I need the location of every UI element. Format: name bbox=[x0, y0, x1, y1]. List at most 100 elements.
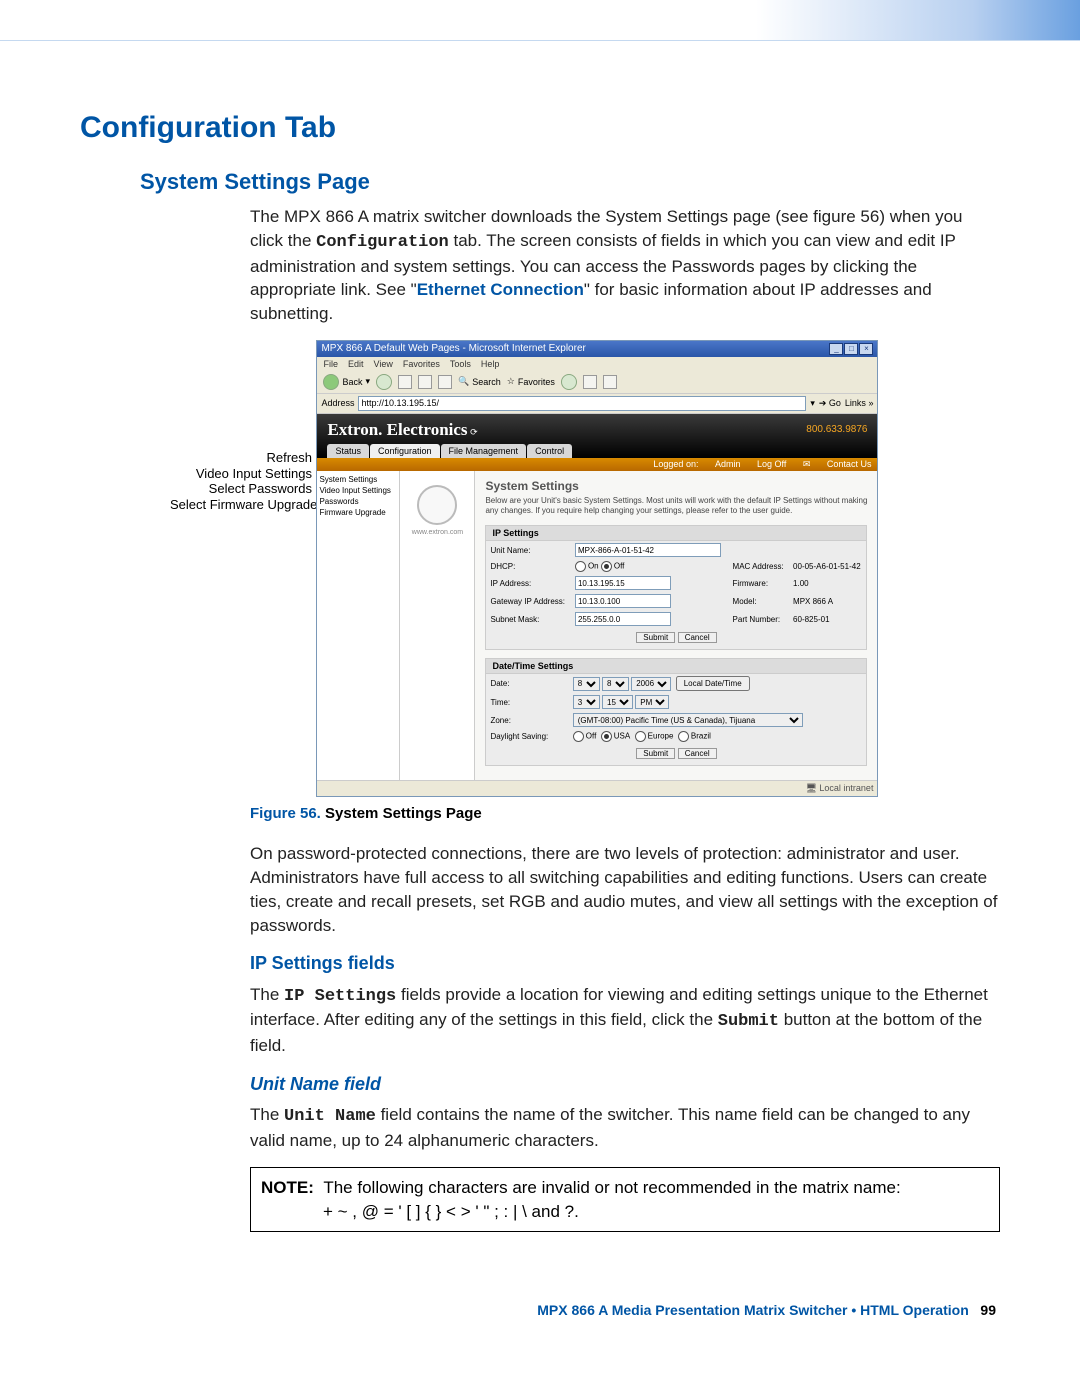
tab-file-management[interactable]: File Management bbox=[441, 444, 527, 458]
menu-favorites[interactable]: Favorites bbox=[403, 359, 440, 369]
contact-us-link[interactable]: ✉ Contact Us bbox=[803, 459, 872, 469]
date-label: Date: bbox=[486, 674, 568, 693]
datetime-title: Date/Time Settings bbox=[486, 659, 866, 674]
callout-refresh: Refresh bbox=[170, 450, 312, 466]
local-datetime-button[interactable]: Local Date/Time bbox=[676, 676, 750, 691]
minimize-icon: _ bbox=[829, 343, 843, 355]
menu-edit[interactable]: Edit bbox=[348, 359, 364, 369]
ds-europe-radio bbox=[635, 731, 646, 742]
note-line1: The following characters are invalid or … bbox=[323, 1178, 900, 1197]
model-value: MPX 866 A bbox=[789, 592, 866, 610]
address-bar: Address ▾ ➔ Go Links » bbox=[317, 394, 877, 414]
browser-titlebar: MPX 866 A Default Web Pages - Microsoft … bbox=[317, 341, 877, 357]
daylight-saving-options[interactable]: Off USA Europe Brazil bbox=[569, 729, 867, 744]
time-min-select[interactable]: 15 bbox=[602, 695, 633, 709]
ip-settings-panel: IP Settings Unit Name: DHCP: On Off MAC … bbox=[485, 525, 867, 650]
sidebar-item-system-settings[interactable]: System Settings bbox=[319, 475, 397, 484]
links-button[interactable]: Links » bbox=[845, 398, 874, 408]
window-buttons[interactable]: _□× bbox=[828, 343, 873, 355]
tab-row: StatusConfigurationFile ManagementContro… bbox=[327, 444, 867, 458]
system-settings-title: System Settings bbox=[485, 479, 867, 493]
callout-select-passwords: Select Passwords bbox=[170, 481, 312, 497]
ip-address-input[interactable] bbox=[575, 576, 671, 590]
footer-page-number: 99 bbox=[980, 1302, 996, 1318]
time-ampm-select[interactable]: PM bbox=[635, 695, 669, 709]
ip-cancel-button[interactable]: Cancel bbox=[678, 632, 717, 643]
gateway-input[interactable] bbox=[575, 594, 671, 608]
ethernet-connection-link[interactable]: Ethernet Connection bbox=[417, 280, 584, 299]
sidebar: System Settings Video Input Settings Pas… bbox=[317, 471, 400, 780]
tab-configuration[interactable]: Configuration bbox=[370, 444, 440, 458]
stop-button[interactable] bbox=[398, 375, 412, 389]
heading-system-settings-page: System Settings Page bbox=[140, 169, 1000, 195]
note-line2: + ~ , @ = ' [ ] { } < > ' " ; : | \ and … bbox=[323, 1200, 989, 1224]
dhcp-value[interactable]: On Off bbox=[571, 559, 729, 574]
back-button[interactable]: Back ▾ bbox=[323, 374, 370, 390]
mail-button[interactable] bbox=[583, 375, 597, 389]
zone-select[interactable]: (GMT-08:00) Pacific Time (US & Canada), … bbox=[573, 713, 803, 727]
part-number-value: 60-825-01 bbox=[789, 610, 866, 628]
dt-submit-button[interactable]: Submit bbox=[636, 748, 675, 759]
dt-cancel-button[interactable]: Cancel bbox=[678, 748, 717, 759]
extron-brand: Extron. Electronics bbox=[327, 420, 467, 439]
tab-control[interactable]: Control bbox=[527, 444, 572, 458]
history-button[interactable] bbox=[561, 374, 577, 390]
status-zone-icon: 🖥 bbox=[805, 783, 816, 793]
extron-logo-icon: ⟳ bbox=[470, 427, 478, 437]
daylight-saving-label: Daylight Saving: bbox=[486, 729, 568, 744]
note-label: NOTE: bbox=[261, 1178, 314, 1197]
sidebar-item-video-input-settings[interactable]: Video Input Settings bbox=[319, 486, 397, 495]
sidebar-item-firmware-upgrade[interactable]: Firmware Upgrade bbox=[319, 508, 397, 517]
ip-address-label: IP Address: bbox=[486, 574, 570, 592]
print-button[interactable] bbox=[603, 375, 617, 389]
menu-file[interactable]: File bbox=[323, 359, 338, 369]
ip-submit-button[interactable]: Submit bbox=[636, 632, 675, 643]
heading-unit-name-field: Unit Name field bbox=[250, 1072, 1000, 1097]
time-hour-select[interactable]: 3 bbox=[573, 695, 600, 709]
extron-logo-icon bbox=[417, 485, 457, 525]
ds-off-radio bbox=[573, 731, 584, 742]
zone-label: Zone: bbox=[486, 711, 568, 729]
sidebar-item-passwords[interactable]: Passwords bbox=[319, 497, 397, 506]
unit-name-input[interactable] bbox=[575, 543, 721, 557]
dhcp-on-radio bbox=[575, 561, 586, 572]
time-label: Time: bbox=[486, 693, 568, 711]
back-icon bbox=[323, 374, 339, 390]
subnet-input[interactable] bbox=[575, 612, 671, 626]
date-month-select[interactable]: 8 bbox=[573, 677, 600, 691]
address-input[interactable] bbox=[358, 396, 806, 411]
go-button[interactable]: ➔ Go bbox=[819, 398, 841, 409]
browser-statusbar: 🖥 Local intranet bbox=[317, 780, 877, 796]
menu-help[interactable]: Help bbox=[481, 359, 500, 369]
forward-button[interactable] bbox=[376, 374, 392, 390]
unit-name-label: Unit Name: bbox=[486, 541, 570, 559]
refresh-button[interactable] bbox=[418, 375, 432, 389]
browser-toolbar: Back ▾ 🔍 Search ☆ Favorites bbox=[317, 371, 877, 394]
footer-product: MPX 866 A Media Presentation Matrix Swit… bbox=[537, 1302, 968, 1318]
favorites-button[interactable]: ☆ Favorites bbox=[507, 376, 555, 387]
datetime-settings-panel: Date/Time Settings Date: 8 8 2006 Local … bbox=[485, 658, 867, 766]
browser-window: MPX 866 A Default Web Pages - Microsoft … bbox=[316, 340, 878, 797]
log-off-link[interactable]: Log Off bbox=[757, 459, 786, 469]
model-label: Model: bbox=[729, 592, 790, 610]
dhcp-label: DHCP: bbox=[486, 559, 570, 574]
date-day-select[interactable]: 8 bbox=[602, 677, 629, 691]
mac-value: 00-05-A6-01-51-42 bbox=[789, 559, 866, 574]
date-year-select[interactable]: 2006 bbox=[631, 677, 671, 691]
password-protection-paragraph: On password-protected connections, there… bbox=[250, 842, 1000, 937]
tab-status[interactable]: Status bbox=[327, 444, 369, 458]
page-footer: MPX 866 A Media Presentation Matrix Swit… bbox=[80, 1302, 1000, 1318]
extron-phone: 800.633.9876 bbox=[806, 424, 867, 435]
search-button[interactable]: 🔍 Search bbox=[458, 376, 501, 387]
heading-ip-settings-fields: IP Settings fields bbox=[250, 951, 1000, 976]
browser-menubar[interactable]: File Edit View Favorites Tools Help bbox=[317, 357, 877, 371]
menu-tools[interactable]: Tools bbox=[450, 359, 471, 369]
figure-56: Refresh Video Input Settings Select Pass… bbox=[170, 340, 1000, 797]
menu-view[interactable]: View bbox=[373, 359, 392, 369]
firmware-value: 1.00 bbox=[789, 574, 866, 592]
callout-select-firmware-upgrade: Select Firmware Upgrade bbox=[170, 497, 312, 513]
address-dropdown-icon[interactable]: ▾ bbox=[810, 398, 815, 409]
mac-label: MAC Address: bbox=[729, 559, 790, 574]
home-button[interactable] bbox=[438, 375, 452, 389]
extron-url: www.extron.com bbox=[402, 529, 472, 536]
